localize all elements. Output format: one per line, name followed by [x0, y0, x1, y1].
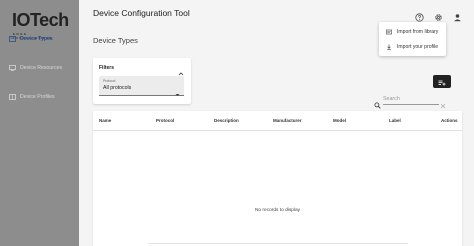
- sidebar-item-label: Device Types: [20, 36, 53, 42]
- sidebar-item-device-types[interactable]: Device Types: [0, 33, 79, 45]
- section-title: Device Types: [93, 36, 138, 45]
- protocol-select[interactable]: Protocol All protocols: [99, 76, 184, 96]
- column-header-manufacturer[interactable]: Manufacturer: [273, 118, 302, 123]
- library-icon: [386, 29, 392, 35]
- menu-item-import-from-library[interactable]: Import from library: [379, 25, 446, 38]
- protocol-label: Protocol: [103, 79, 116, 83]
- column-header-protocol[interactable]: Protocol: [156, 118, 174, 123]
- playlist-add-icon: [438, 73, 446, 91]
- column-header-actions: Actions: [441, 118, 458, 123]
- column-header-description[interactable]: Description: [214, 118, 239, 123]
- protocol-value: All protocols: [103, 85, 132, 91]
- account-icon[interactable]: [453, 9, 462, 22]
- sidebar-item-label: Device Resources: [20, 65, 63, 71]
- filters-title: Filters: [99, 65, 115, 71]
- column-header-label[interactable]: Label: [389, 118, 401, 123]
- menu-item-label: Import your profile: [397, 43, 439, 50]
- settings-icon[interactable]: [434, 9, 443, 21]
- menu-item-import-your-profile[interactable]: Import your profile: [379, 40, 446, 53]
- column-header-model[interactable]: Model: [333, 118, 346, 123]
- sidebar-item-label: Device Profiles: [20, 94, 55, 100]
- help-icon[interactable]: [415, 9, 424, 22]
- sidebar-item-device-profiles[interactable]: Device Profiles: [0, 91, 79, 103]
- brand-name: IOTech: [12, 10, 69, 30]
- search-icon: [374, 96, 381, 109]
- chevron-up-icon[interactable]: [178, 64, 184, 76]
- import-menu: Import from library Import your profile: [379, 22, 446, 56]
- add-device-type-button[interactable]: [433, 75, 451, 88]
- filters-panel: Filters Protocol All protocols: [93, 58, 191, 104]
- brand-logo[interactable]: IOTech EDGE INTELLIGENCE: [12, 10, 69, 40]
- menu-item-label: Import from library: [397, 28, 439, 35]
- search-input[interactable]: [383, 94, 439, 105]
- dropdown-arrow-icon: [175, 84, 180, 96]
- column-header-name[interactable]: Name: [99, 118, 111, 123]
- divider: [148, 243, 408, 244]
- sidebar-item-device-resources[interactable]: Device Resources: [0, 62, 79, 74]
- table-header: Name Protocol Description Manufacturer M…: [93, 111, 462, 131]
- sidebar: IOTech EDGE INTELLIGENCE Device Types De…: [0, 0, 79, 246]
- device-types-table: Name Protocol Description Manufacturer M…: [93, 111, 462, 246]
- device-types-icon: [9, 36, 16, 42]
- device-resources-icon: [9, 65, 16, 71]
- download-icon: [386, 44, 392, 50]
- device-profiles-icon: [9, 94, 16, 100]
- page-title: Device Configuration Tool: [93, 8, 190, 18]
- clear-icon[interactable]: [440, 96, 446, 109]
- empty-state-message: No records to display: [254, 208, 301, 213]
